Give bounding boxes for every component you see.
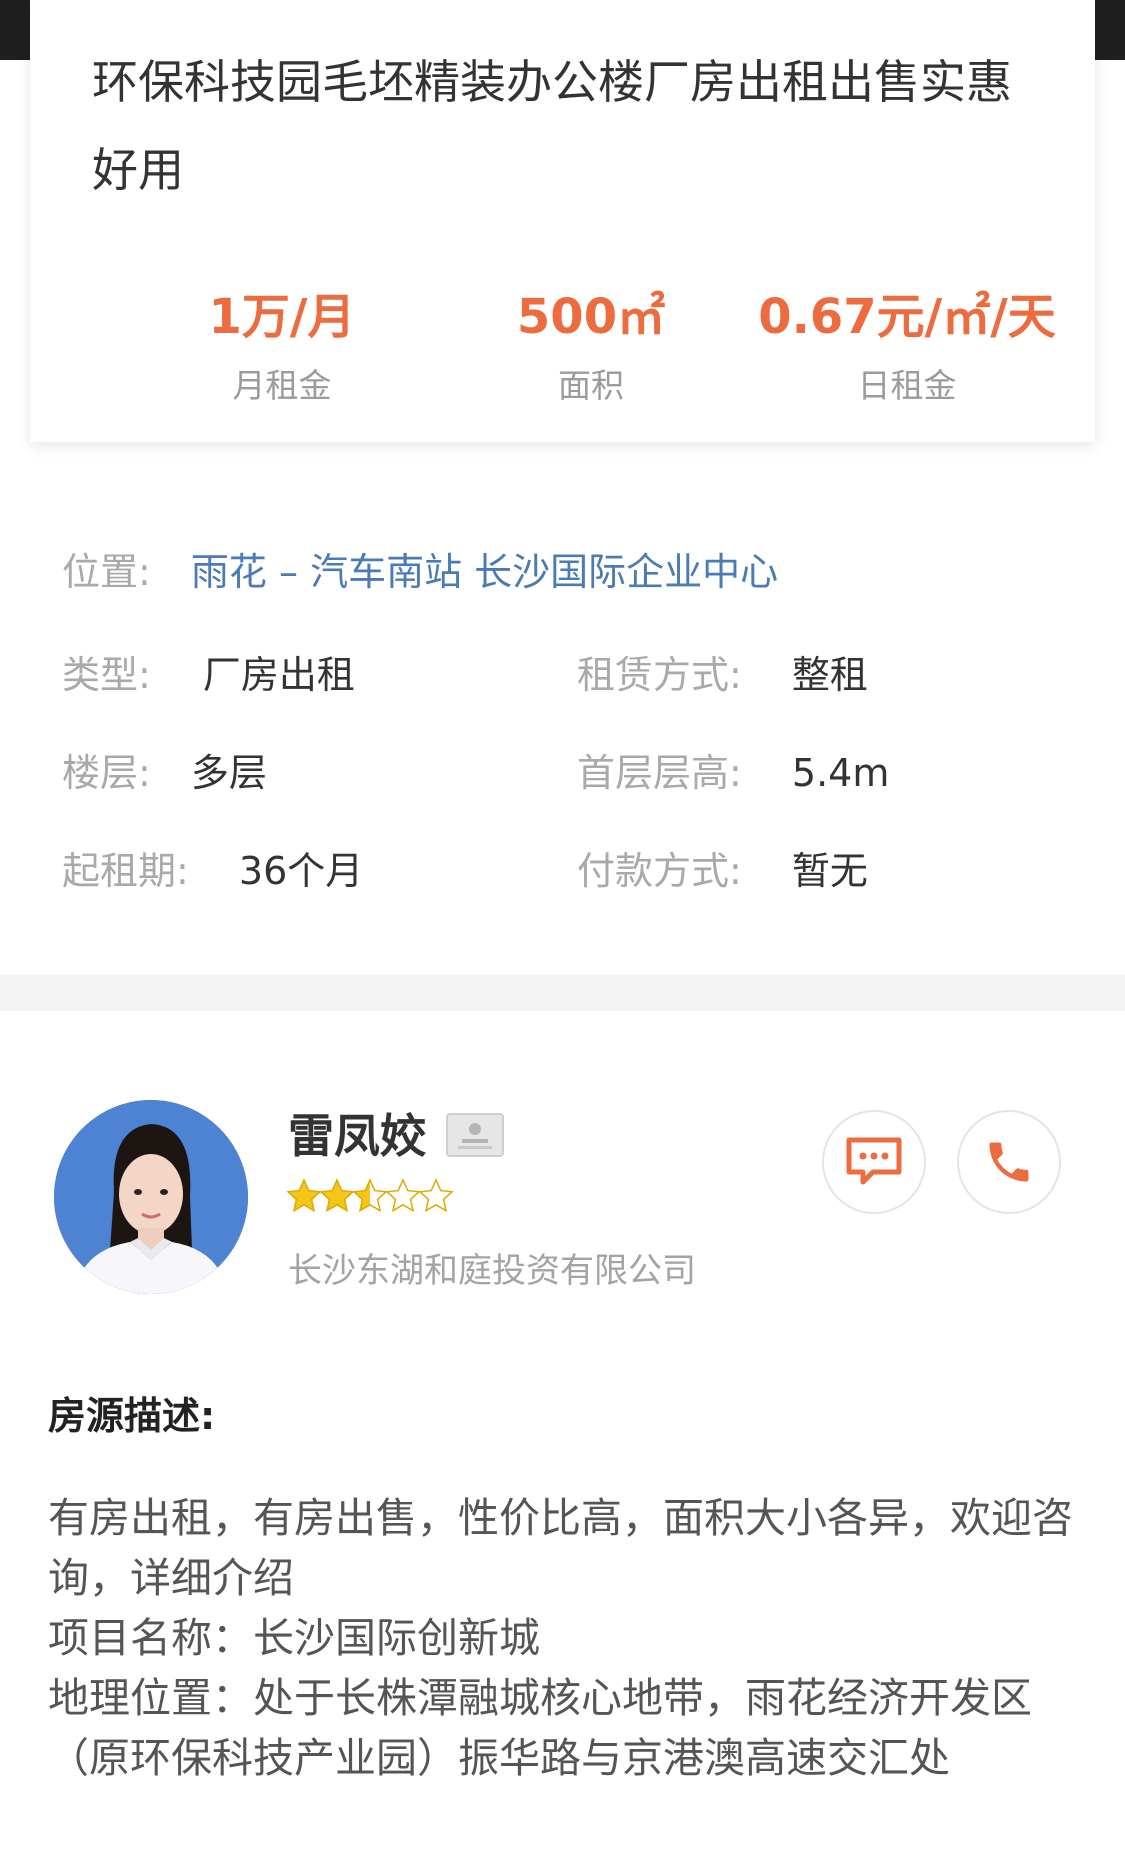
height-label: 首层层高: [577, 751, 742, 795]
location-label: 位置: [62, 550, 151, 594]
star-half-icon [353, 1179, 387, 1212]
phone-icon [989, 1142, 1029, 1182]
term-label: 起租期: [62, 849, 189, 893]
monthly-rent-label: 月租金 [232, 366, 332, 405]
star-icon [320, 1179, 354, 1212]
height-value: 5.4m [791, 751, 890, 795]
description-body: 有房出租，有房出售，性价比高，面积大小各异，欢迎咨询，详细介绍 项目名称：长沙国… [48, 1494, 1073, 1782]
payment-row: 付款方式: 暂无 [577, 844, 868, 898]
agent-portrait [54, 1100, 248, 1294]
stat-daily-rent: 0.67元/㎡/天 日租金 [747, 282, 1067, 410]
call-button[interactable] [957, 1110, 1061, 1214]
agent-company: 长沙东湖和庭投资有限公司 [288, 1251, 696, 1291]
star-empty-icon [419, 1179, 453, 1212]
floor-value: 多层 [190, 751, 267, 795]
payment-label: 付款方式: [577, 849, 742, 893]
type-value: 厂房出租 [202, 653, 355, 697]
type-row: 类型: 厂房出租 [62, 648, 355, 702]
agent-rating [286, 1176, 476, 1220]
type-label: 类型: [62, 653, 151, 697]
lease-value: 整租 [791, 653, 868, 697]
stat-monthly-rent: 1万/月 月租金 [122, 282, 442, 410]
id-card-icon [446, 1113, 504, 1157]
area-label: 面积 [558, 366, 624, 405]
lease-row: 租赁方式: 整租 [577, 648, 868, 702]
lease-label: 租赁方式: [577, 653, 742, 697]
payment-value: 暂无 [791, 849, 868, 893]
star-icon [287, 1179, 321, 1212]
location-link[interactable]: 雨花 – 汽车南站 长沙国际企业中心 [191, 550, 778, 594]
listing-summary-card: 环保科技园毛坯精装办公楼厂房出租出售实惠好用 1万/月 月租金 500㎡ 面积 … [30, 0, 1095, 442]
location-row[interactable]: 位置: 雨花 – 汽车南站 长沙国际企业中心 [62, 545, 778, 599]
stat-area: 500㎡ 面积 [431, 282, 751, 410]
floor-label: 楼层: [62, 751, 151, 795]
daily-rent-label: 日租金 [857, 366, 957, 405]
monthly-rent-value: 1万/月 [208, 289, 356, 345]
agent-avatar[interactable] [54, 1100, 248, 1294]
description-title: 房源描述: [48, 1394, 216, 1438]
floor-row: 楼层: 多层 [62, 746, 267, 800]
daily-rent-value: 0.67元/㎡/天 [758, 289, 1056, 345]
chat-bubble-icon [846, 1137, 902, 1185]
height-row: 首层层高: 5.4m [577, 746, 889, 800]
area-value: 500㎡ [516, 289, 666, 345]
agent-name[interactable]: 雷凤姣 [288, 1106, 426, 1166]
section-divider [0, 975, 1125, 1011]
star-empty-icon [386, 1179, 420, 1212]
term-value: 36个月 [238, 849, 364, 893]
term-row: 起租期: 36个月 [62, 844, 363, 898]
chat-button[interactable] [822, 1110, 926, 1214]
listing-title: 环保科技园毛坯精装办公楼厂房出租出售实惠好用 [92, 55, 1012, 197]
